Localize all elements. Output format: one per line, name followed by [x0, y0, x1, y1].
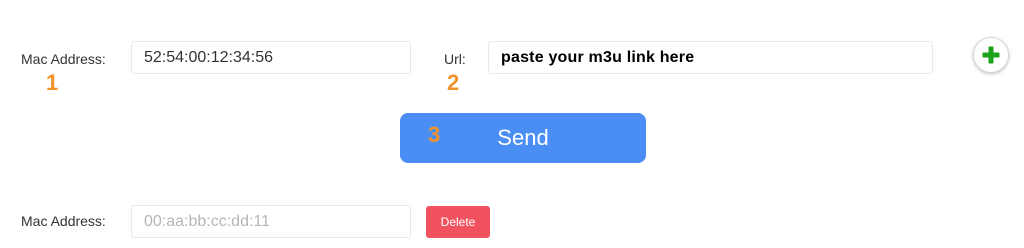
step-number-1: 1 — [46, 70, 59, 95]
entry-mac-address-placeholder: 00:aa:bb:cc:dd:11 — [144, 212, 271, 230]
mac-address-value: 52:54:00:12:34:56 — [144, 48, 274, 66]
entry-mac-address-label: Mac Address: — [21, 213, 106, 229]
mac-address-label: Mac Address: — [21, 51, 106, 67]
send-button[interactable]: 3 Send — [400, 113, 646, 163]
page: Mac Address: 1 52:54:00:12:34:56 Url: 2 … — [0, 0, 1024, 248]
url-value: paste your m3u link here — [501, 48, 695, 66]
send-button-label: Send — [497, 125, 549, 150]
add-button[interactable] — [973, 37, 1009, 73]
delete-button[interactable]: Delete — [426, 206, 490, 238]
url-field[interactable]: paste your m3u link here — [488, 41, 933, 74]
step-number-2: 2 — [447, 70, 460, 95]
step-number-3: 3 — [428, 122, 441, 147]
mac-address-field[interactable]: 52:54:00:12:34:56 — [131, 41, 411, 74]
entry-mac-address-field[interactable]: 00:aa:bb:cc:dd:11 — [131, 205, 411, 238]
url-label: Url: — [444, 51, 466, 67]
plus-icon — [982, 46, 1000, 64]
